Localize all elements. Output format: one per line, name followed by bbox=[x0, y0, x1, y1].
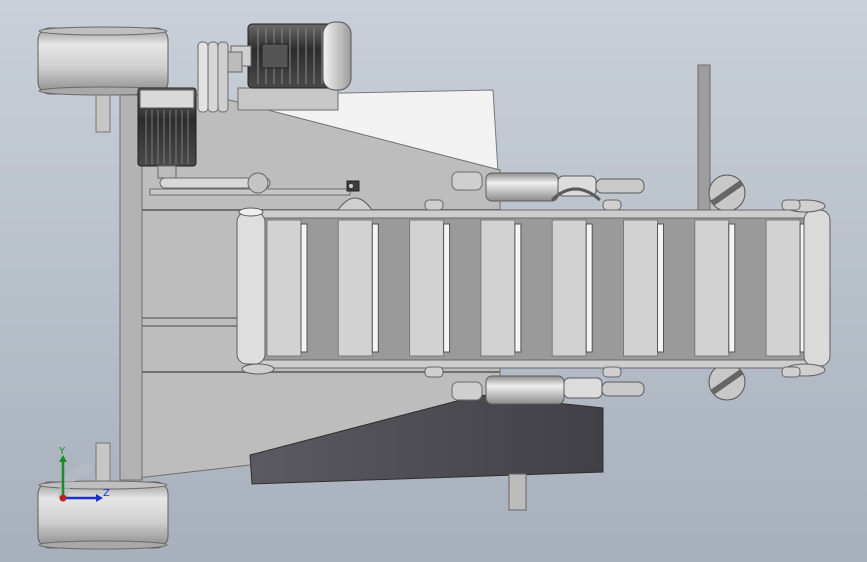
slat-link-pin bbox=[657, 223, 664, 353]
slat-link-pin bbox=[443, 223, 451, 353]
main-drive-motor[interactable] bbox=[230, 21, 352, 111]
y-axis-label: Y bbox=[58, 446, 66, 457]
x-axis-origin bbox=[59, 494, 67, 502]
slat-link-pin bbox=[514, 223, 522, 353]
adjust-knob-lower[interactable] bbox=[708, 363, 746, 401]
bottom-foot bbox=[508, 473, 527, 511]
slat-link-pin bbox=[300, 223, 308, 353]
z-axis-label: Z bbox=[103, 488, 110, 499]
conveyor-slat bbox=[623, 219, 658, 357]
conveyor-slat bbox=[551, 219, 587, 357]
cad-viewport[interactable]: Y Z bbox=[0, 0, 867, 562]
conveyor-slat bbox=[694, 219, 730, 357]
conveyor-slat bbox=[337, 219, 373, 357]
guide-post bbox=[697, 64, 711, 216]
slat-link-pin bbox=[585, 223, 593, 353]
conveyor-slat bbox=[409, 219, 445, 357]
adjust-knob-upper[interactable] bbox=[708, 174, 746, 212]
conveyor-slat bbox=[266, 219, 302, 357]
cad-canvas[interactable]: Y Z bbox=[0, 0, 867, 562]
conveyor-rail-bottom bbox=[251, 359, 813, 369]
secondary-motor[interactable] bbox=[137, 87, 197, 179]
slat-link-pin bbox=[728, 223, 736, 353]
wheel-post-top bbox=[95, 89, 111, 133]
conveyor-rail-top bbox=[251, 209, 813, 219]
caster-wheel-top[interactable] bbox=[37, 26, 169, 96]
slat-link-pin bbox=[371, 223, 379, 353]
conveyor-belt[interactable] bbox=[261, 217, 811, 361]
conveyor-slat bbox=[765, 219, 801, 357]
conveyor-slat bbox=[480, 219, 516, 357]
